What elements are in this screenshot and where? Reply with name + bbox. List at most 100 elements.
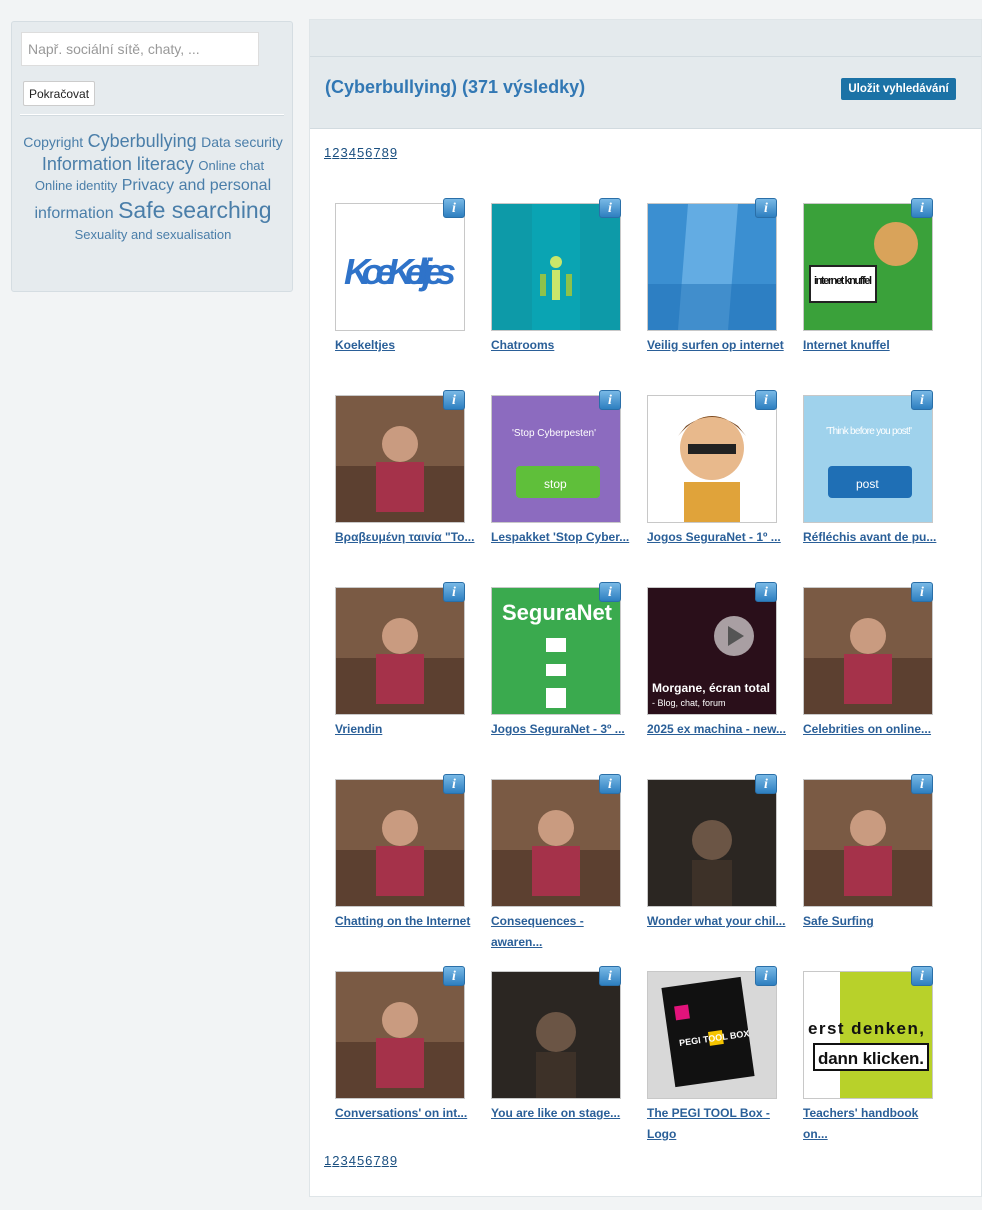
result-title-link[interactable]: Internet knuffel: [803, 335, 943, 356]
page-link[interactable]: 9: [390, 1153, 397, 1168]
page-link[interactable]: 5: [357, 1153, 364, 1168]
result-title-link[interactable]: Chatting on the Internet: [335, 911, 475, 932]
info-icon[interactable]: i: [599, 390, 621, 410]
result-thumbnail[interactable]: KoeKeltjes: [335, 203, 465, 331]
page-link[interactable]: 7: [373, 1153, 380, 1168]
page-link[interactable]: 3: [340, 145, 347, 160]
result-thumbnail[interactable]: erst denken, dann klicken.: [803, 971, 933, 1099]
result-thumbnail[interactable]: [647, 779, 777, 907]
result-thumbnail[interactable]: PEGI TOOL BOX: [647, 971, 777, 1099]
result-thumbnail[interactable]: [335, 779, 465, 907]
tag-link[interactable]: Information literacy: [42, 154, 194, 174]
result-title-link[interactable]: Celebrities on online...: [803, 719, 943, 740]
result-title-link[interactable]: Lespakket 'Stop Cyber...: [491, 527, 631, 548]
info-icon[interactable]: i: [443, 198, 465, 218]
tag-link[interactable]: Safe searching: [118, 197, 271, 223]
result-card: i You are like on stage...: [491, 966, 621, 1141]
result-title-link[interactable]: Jogos SeguraNet - 1º ...: [647, 527, 787, 548]
info-icon[interactable]: i: [443, 582, 465, 602]
page-link[interactable]: 5: [357, 145, 364, 160]
result-title-link[interactable]: Teachers' handbook on...: [803, 1103, 943, 1145]
tag-link[interactable]: Online identity: [35, 178, 117, 193]
page-link[interactable]: 6: [365, 1153, 372, 1168]
tag-link[interactable]: Copyright: [23, 134, 83, 150]
result-title-link[interactable]: Wonder what your chil...: [647, 911, 787, 932]
info-icon[interactable]: i: [599, 198, 621, 218]
result-thumbnail[interactable]: 'Think before you post!' post: [803, 395, 933, 523]
result-title-link[interactable]: The PEGI TOOL Box - Logo: [647, 1103, 787, 1145]
page-link[interactable]: 2: [332, 1153, 339, 1168]
info-icon[interactable]: i: [599, 774, 621, 794]
tag-link[interactable]: Cyberbullying: [88, 131, 197, 151]
page-link[interactable]: 7: [373, 145, 380, 160]
result-card: i Jogos SeguraNet - 1º ...: [647, 390, 781, 565]
pagination-bottom: 123456789: [324, 1153, 398, 1168]
result-card: PEGI TOOL BOX i The PEGI TOOL Box - Logo: [647, 966, 777, 1141]
page-link[interactable]: 6: [365, 145, 372, 160]
info-icon[interactable]: i: [911, 582, 933, 602]
page-link[interactable]: 1: [324, 145, 331, 160]
result-thumbnail[interactable]: [491, 203, 621, 331]
info-icon[interactable]: i: [911, 774, 933, 794]
info-icon[interactable]: i: [755, 390, 777, 410]
info-icon[interactable]: i: [911, 198, 933, 218]
result-title-link[interactable]: Vriendin: [335, 719, 475, 740]
tag-link[interactable]: Data security: [201, 134, 283, 150]
info-icon[interactable]: i: [911, 966, 933, 986]
result-thumbnail[interactable]: [335, 971, 465, 1099]
page-link[interactable]: 2: [332, 145, 339, 160]
result-card: i Safe Surfing: [803, 774, 933, 949]
result-title-link[interactable]: Koekeltjes: [335, 335, 475, 356]
info-icon[interactable]: i: [443, 774, 465, 794]
result-card: i Celebrities on online...: [803, 582, 933, 757]
continue-button[interactable]: Pokračovat: [23, 81, 96, 106]
info-icon[interactable]: i: [755, 774, 777, 794]
result-thumbnail[interactable]: Morgane, écran total - Blog, chat, forum: [647, 587, 777, 715]
page-link[interactable]: 3: [340, 1153, 347, 1168]
info-icon[interactable]: i: [599, 966, 621, 986]
result-thumbnail[interactable]: [647, 203, 777, 331]
result-card: i Vriendin: [335, 582, 465, 757]
result-thumbnail[interactable]: 'Stop Cyberpesten' stop: [491, 395, 621, 523]
result-title-link[interactable]: Réfléchis avant de pu...: [803, 527, 943, 548]
result-title-link[interactable]: Chatrooms: [491, 335, 631, 356]
result-title-link[interactable]: Safe Surfing: [803, 911, 943, 932]
result-thumbnail[interactable]: internet knuffel: [803, 203, 933, 331]
tag-link[interactable]: Online chat: [198, 158, 264, 173]
result-thumbnail[interactable]: [803, 587, 933, 715]
result-title-link[interactable]: Βραβευμένη ταινία "To...: [335, 527, 475, 548]
page-link[interactable]: 4: [349, 145, 356, 160]
page-link[interactable]: 8: [382, 145, 389, 160]
search-input[interactable]: [21, 32, 259, 66]
page-link[interactable]: 1: [324, 1153, 331, 1168]
result-card: erst denken, dann klicken. i Teachers' hand…: [803, 966, 933, 1141]
result-thumbnail[interactable]: [491, 971, 621, 1099]
result-title-link[interactable]: 2025 ex machina - new...: [647, 719, 787, 740]
result-thumbnail[interactable]: [335, 587, 465, 715]
result-thumbnail[interactable]: [335, 395, 465, 523]
info-icon[interactable]: i: [443, 966, 465, 986]
result-thumbnail[interactable]: [491, 779, 621, 907]
info-icon[interactable]: i: [755, 582, 777, 602]
info-icon[interactable]: i: [443, 390, 465, 410]
info-icon[interactable]: i: [755, 198, 777, 218]
page-link[interactable]: 4: [349, 1153, 356, 1168]
info-icon[interactable]: i: [911, 390, 933, 410]
result-title-link[interactable]: Conversations' on int...: [335, 1103, 475, 1124]
result-title-link[interactable]: Veilig surfen op internet: [647, 335, 787, 356]
result-thumbnail[interactable]: [803, 779, 933, 907]
svg-text:dann klicken.: dann klicken.: [818, 1049, 924, 1068]
tag-link[interactable]: Sexuality and sexualisation: [75, 227, 232, 242]
result-card: Morgane, écran total - Blog, chat, forum i…: [647, 582, 786, 757]
result-title-link[interactable]: Consequences - awaren...: [491, 911, 631, 953]
info-icon[interactable]: i: [599, 582, 621, 602]
save-search-button[interactable]: Uložit vyhledávání: [841, 78, 956, 100]
svg-text:'Stop Cyberpesten': 'Stop Cyberpesten': [512, 428, 596, 439]
page-link[interactable]: 8: [382, 1153, 389, 1168]
result-thumbnail[interactable]: [647, 395, 777, 523]
result-thumbnail[interactable]: SeguraNet: [491, 587, 621, 715]
page-link[interactable]: 9: [390, 145, 397, 160]
info-icon[interactable]: i: [755, 966, 777, 986]
result-title-link[interactable]: You are like on stage...: [491, 1103, 631, 1124]
result-title-link[interactable]: Jogos SeguraNet - 3º ...: [491, 719, 631, 740]
